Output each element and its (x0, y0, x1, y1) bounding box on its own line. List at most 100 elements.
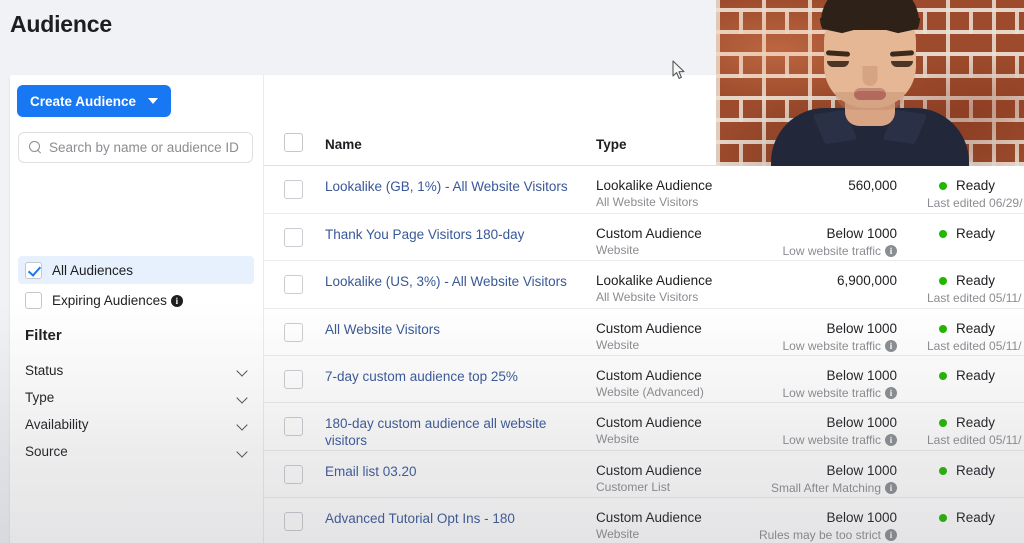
audience-type: Custom Audience (596, 510, 702, 525)
audience-name-link[interactable]: 7-day custom audience top 25% (325, 368, 580, 385)
expiring-audiences-label: Expiring Audiences i (52, 293, 183, 308)
audience-size-note: Low website traffic i (782, 244, 897, 258)
chevron-down-icon (148, 98, 159, 104)
audience-name-link[interactable]: Lookalike (US, 3%) - All Website Visitor… (325, 273, 580, 290)
info-icon[interactable]: i (885, 434, 897, 446)
status-text: Ready (955, 178, 995, 193)
audience-subtype: Customer List (596, 480, 671, 494)
audience-name-link[interactable]: 180-day custom audience all website visi… (325, 415, 580, 449)
info-icon[interactable]: i (885, 482, 897, 494)
filter-status[interactable]: Status (25, 359, 253, 381)
last-edited-text: Last edited 06/29/ (927, 196, 1023, 210)
info-icon[interactable]: i (170, 294, 183, 307)
audience-type: Lookalike Audience (596, 178, 713, 193)
status-dot-icon (938, 466, 947, 475)
audience-size: Below 1000 (826, 463, 897, 478)
create-audience-button[interactable]: Create Audience (17, 85, 172, 117)
table-row[interactable]: Thank You Page Visitors 180-day Custom Au… (264, 214, 1024, 261)
chevron-down-icon (237, 367, 248, 374)
mouse-pointer-icon (672, 60, 685, 79)
filter-availability[interactable]: Availability (25, 413, 253, 435)
info-icon[interactable]: i (885, 387, 897, 399)
table-row[interactable]: Email list 03.20 Custom Audience Customer … (264, 451, 1024, 498)
table-row[interactable]: Lookalike (GB, 1%) - All Website Visitor… (264, 166, 1024, 214)
audience-subtype: All Website Visitors (596, 195, 699, 209)
info-icon[interactable]: i (885, 245, 897, 257)
last-edited-text: Last edited 05/11/ (927, 291, 1022, 305)
audience-type: Custom Audience (596, 226, 702, 241)
audience-subtype: Website (596, 432, 640, 446)
all-audiences-checkbox[interactable] (25, 261, 42, 279)
status-badge: Ready (938, 226, 995, 241)
status-dot-icon (938, 276, 947, 285)
filter-section-title: Filter (25, 327, 62, 344)
status-text: Ready (955, 273, 995, 288)
status-badge: Ready (938, 415, 995, 430)
chevron-down-icon (237, 421, 248, 428)
chevron-down-icon (237, 448, 248, 455)
audience-size: Below 1000 (826, 321, 897, 336)
status-dot-icon (938, 418, 947, 427)
status-text: Ready (955, 415, 995, 430)
audience-size: Below 1000 (826, 226, 897, 241)
row-select-checkbox[interactable] (284, 512, 303, 531)
filter-type[interactable]: Type (25, 386, 253, 408)
row-select-checkbox[interactable] (284, 465, 303, 484)
audience-name-link[interactable]: Thank You Page Visitors 180-day (325, 226, 580, 243)
row-select-checkbox[interactable] (284, 417, 303, 436)
table-row[interactable]: Advanced Tutorial Opt Ins - 180 Custom Au… (264, 498, 1024, 543)
last-edited-text: Last edited 05/11/ (927, 433, 1022, 447)
audience-size: Below 1000 (826, 510, 897, 525)
presenter-mouth (854, 88, 886, 100)
filter-source[interactable]: Source (25, 440, 253, 462)
status-text: Ready (955, 510, 995, 525)
audience-name-link[interactable]: Email list 03.20 (325, 463, 580, 480)
status-text: Ready (955, 226, 995, 241)
audience-type: Custom Audience (596, 415, 702, 430)
sidebar-item-all-audiences[interactable]: All Audiences (18, 256, 254, 284)
row-select-checkbox[interactable] (284, 275, 303, 294)
row-select-checkbox[interactable] (284, 228, 303, 247)
status-dot-icon (938, 513, 947, 522)
column-header-type[interactable]: Type (596, 137, 627, 152)
audience-subtype: Website (596, 338, 640, 352)
expiring-audiences-checkbox[interactable] (25, 291, 42, 309)
audience-size-note-text: Rules may be too strict (758, 528, 881, 542)
search-input[interactable]: Search by name or audience ID (18, 132, 253, 163)
audience-size-note-text: Low website traffic (782, 244, 882, 258)
info-icon[interactable]: i (885, 529, 897, 541)
status-badge: Ready (938, 178, 995, 193)
audience-subtype: Website (Advanced) (596, 385, 704, 399)
status-dot-icon (938, 371, 947, 380)
table-row[interactable]: Lookalike (US, 3%) - All Website Visitor… (264, 261, 1024, 309)
table-row[interactable]: All Website Visitors Custom Audience Websi… (264, 309, 1024, 356)
audience-name-link[interactable]: Advanced Tutorial Opt Ins - 180 (325, 510, 580, 527)
status-dot-icon (938, 324, 947, 333)
audience-size: 6,900,000 (836, 273, 897, 288)
filter-status-label: Status (25, 362, 64, 378)
presenter-nose (862, 66, 878, 86)
status-text: Ready (955, 368, 995, 383)
search-icon (29, 141, 42, 154)
info-icon[interactable]: i (885, 340, 897, 352)
audience-name-link[interactable]: All Website Visitors (325, 321, 580, 338)
row-select-checkbox[interactable] (284, 370, 303, 389)
status-text: Ready (955, 463, 995, 478)
presenter-webcam-overlay (716, 0, 1024, 166)
table-row[interactable]: 180-day custom audience all website visi… (264, 403, 1024, 451)
status-badge: Ready (938, 368, 995, 383)
audience-subtype: Website (596, 527, 640, 541)
sidebar-item-expiring-audiences[interactable]: Expiring Audiences i (18, 286, 254, 314)
filter-availability-label: Availability (25, 416, 89, 432)
audience-size-note-text: Low website traffic (782, 386, 882, 400)
table-row[interactable]: 7-day custom audience top 25% Custom Audi… (264, 356, 1024, 403)
column-header-name[interactable]: Name (325, 137, 362, 152)
filter-source-label: Source (25, 443, 68, 459)
status-badge: Ready (938, 463, 995, 478)
audience-name-link[interactable]: Lookalike (GB, 1%) - All Website Visitor… (325, 178, 580, 195)
select-all-checkbox[interactable] (284, 133, 303, 152)
row-select-checkbox[interactable] (284, 323, 303, 342)
audience-size-note-text: Low website traffic (782, 433, 882, 447)
status-dot-icon (938, 229, 947, 238)
row-select-checkbox[interactable] (284, 180, 303, 199)
